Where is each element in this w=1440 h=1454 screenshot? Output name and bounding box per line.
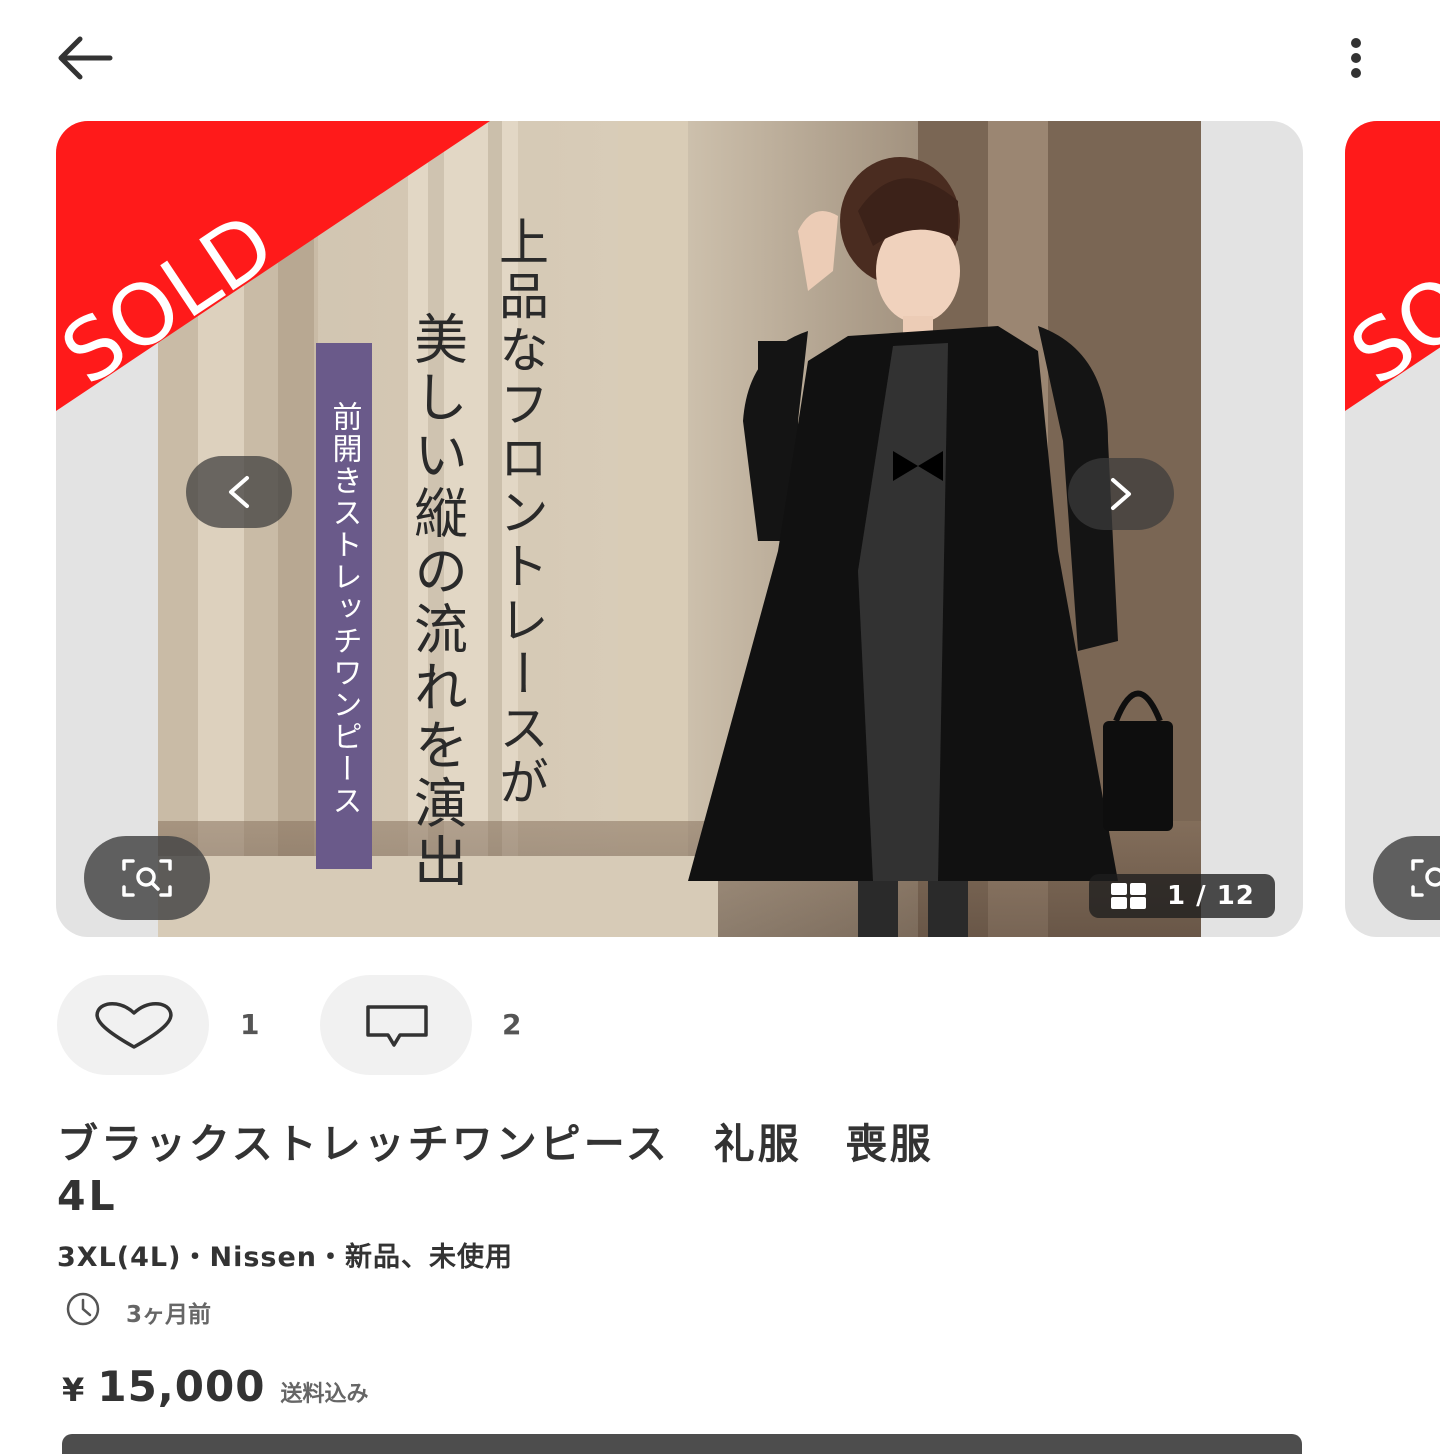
image-counter[interactable]: 1 / 12 — [1089, 874, 1275, 918]
top-bar — [0, 0, 1440, 115]
sold-banner: SOLD — [56, 121, 490, 411]
item-title: ブラックストレッチワンピース 礼服 喪服 4L — [57, 1120, 934, 1220]
grid-icon — [1111, 883, 1146, 909]
like-count: 1 — [240, 1008, 260, 1041]
arrow-left-icon — [58, 36, 113, 80]
comment-button[interactable] — [320, 975, 472, 1075]
chevron-left-icon — [229, 476, 249, 508]
image-counter-text: 1 / 12 — [1167, 881, 1255, 911]
image-search-icon — [1411, 859, 1440, 897]
photo-badge-text: 前開きストレッチワンピース — [327, 401, 362, 817]
posted-time-text: 3ヶ月前 — [126, 1302, 212, 1328]
previous-image-button[interactable] — [186, 456, 292, 528]
comment-count: 2 — [502, 1008, 522, 1041]
price-amount: 15,000 — [97, 1362, 266, 1411]
like-button[interactable] — [57, 975, 209, 1075]
heart-icon — [95, 1002, 173, 1049]
chevron-right-icon — [1111, 478, 1131, 510]
image-search-icon — [122, 859, 172, 897]
back-button[interactable] — [50, 30, 120, 86]
price: ¥ 15,000 送料込み — [62, 1362, 369, 1418]
more-options-button[interactable] — [1330, 30, 1382, 86]
carousel-slide[interactable]: 前開きストレッチワンピース 美しい縦の流れを演出 上品なフロントレースが SOL… — [56, 121, 1303, 937]
price-currency: ¥ — [62, 1371, 85, 1409]
image-carousel[interactable]: 前開きストレッチワンピース 美しい縦の流れを演出 上品なフロントレースが SOL… — [0, 121, 1440, 938]
image-search-button[interactable] — [84, 836, 210, 920]
shipping-note: 送料込み — [280, 1382, 369, 1407]
sold-banner-next: SOLD — [1345, 121, 1440, 411]
more-vertical-icon — [1351, 38, 1361, 78]
carousel-slide-next[interactable]: SOLD — [1345, 121, 1440, 937]
clock-icon — [66, 1292, 100, 1326]
image-search-button-next[interactable] — [1373, 836, 1440, 920]
comment-icon — [366, 1005, 428, 1047]
next-image-button[interactable] — [1068, 458, 1174, 530]
photo-headline-1: 上品なフロントレースが — [491, 216, 549, 810]
bottom-action-bar[interactable] — [62, 1434, 1302, 1454]
item-meta: 3XL(4L)・Nissen・新品、未使用 — [57, 1242, 514, 1273]
